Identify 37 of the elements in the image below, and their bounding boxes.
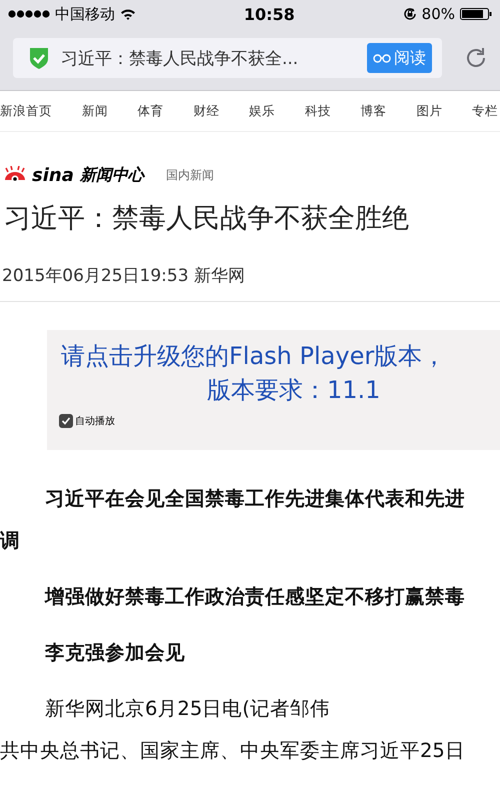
nav-link[interactable]: 专栏: [472, 102, 498, 120]
reload-icon[interactable]: [464, 46, 488, 70]
carrier-name: 中国移动: [55, 4, 115, 24]
nav-link[interactable]: 体育: [138, 102, 164, 120]
nav-link[interactable]: 博客: [360, 102, 386, 120]
nav-link[interactable]: 科技: [304, 102, 331, 120]
article-meta: 2015年06月25日19:53 新华网: [1, 265, 246, 287]
shield-check-icon: [29, 46, 49, 70]
autoplay-checkbox[interactable]: [59, 414, 73, 428]
rotation-lock-icon: [402, 7, 417, 21]
autoplay-label: 自动播放: [75, 414, 115, 428]
wifi-icon: [120, 8, 136, 20]
signal-icon: [8, 10, 50, 18]
glasses-icon: [373, 53, 391, 63]
section-name: 新闻中心: [80, 165, 144, 186]
paragraph-line: 李克强参加会见: [44, 640, 186, 666]
paragraph-line: 调: [0, 528, 21, 554]
paragraph-line: 新华网北京6月25日电(记者邹伟: [44, 696, 331, 722]
category-link[interactable]: 国内新闻: [166, 167, 214, 184]
page-title: 习近平：禁毒人民战争不获全...: [61, 48, 300, 70]
battery-percent: 80%: [422, 5, 455, 23]
address-bar[interactable]: 习近平：禁毒人民战争不获全... 阅读: [13, 38, 442, 78]
paragraph-line: 增强做好禁毒工作政治责任感坚定不移打赢禁毒: [44, 584, 466, 610]
paragraph-line: 习近平在会见全国禁毒工作先进集体代表和先进: [44, 486, 466, 512]
paragraph-line: 共中央总书记、国家主席、中央军委主席习近平25日: [0, 738, 466, 764]
logo-text: sina: [32, 165, 74, 186]
flash-message[interactable]: 请点击升级您的Flash Player版本，: [47, 340, 500, 372]
clock-time: 10:58: [244, 4, 295, 24]
checkmark-icon: [61, 416, 71, 426]
nav-link[interactable]: 财经: [193, 102, 220, 120]
nav-link[interactable]: 新闻: [82, 102, 108, 120]
nav-link[interactable]: 图片: [416, 102, 442, 120]
nav-link[interactable]: 娱乐: [249, 102, 275, 120]
battery-icon: [460, 8, 492, 20]
flash-version[interactable]: 版本要求：11.1: [47, 374, 500, 406]
nav-link[interactable]: 新浪首页: [0, 102, 52, 120]
article-title: 习近平：禁毒人民战争不获全胜绝: [3, 202, 410, 236]
